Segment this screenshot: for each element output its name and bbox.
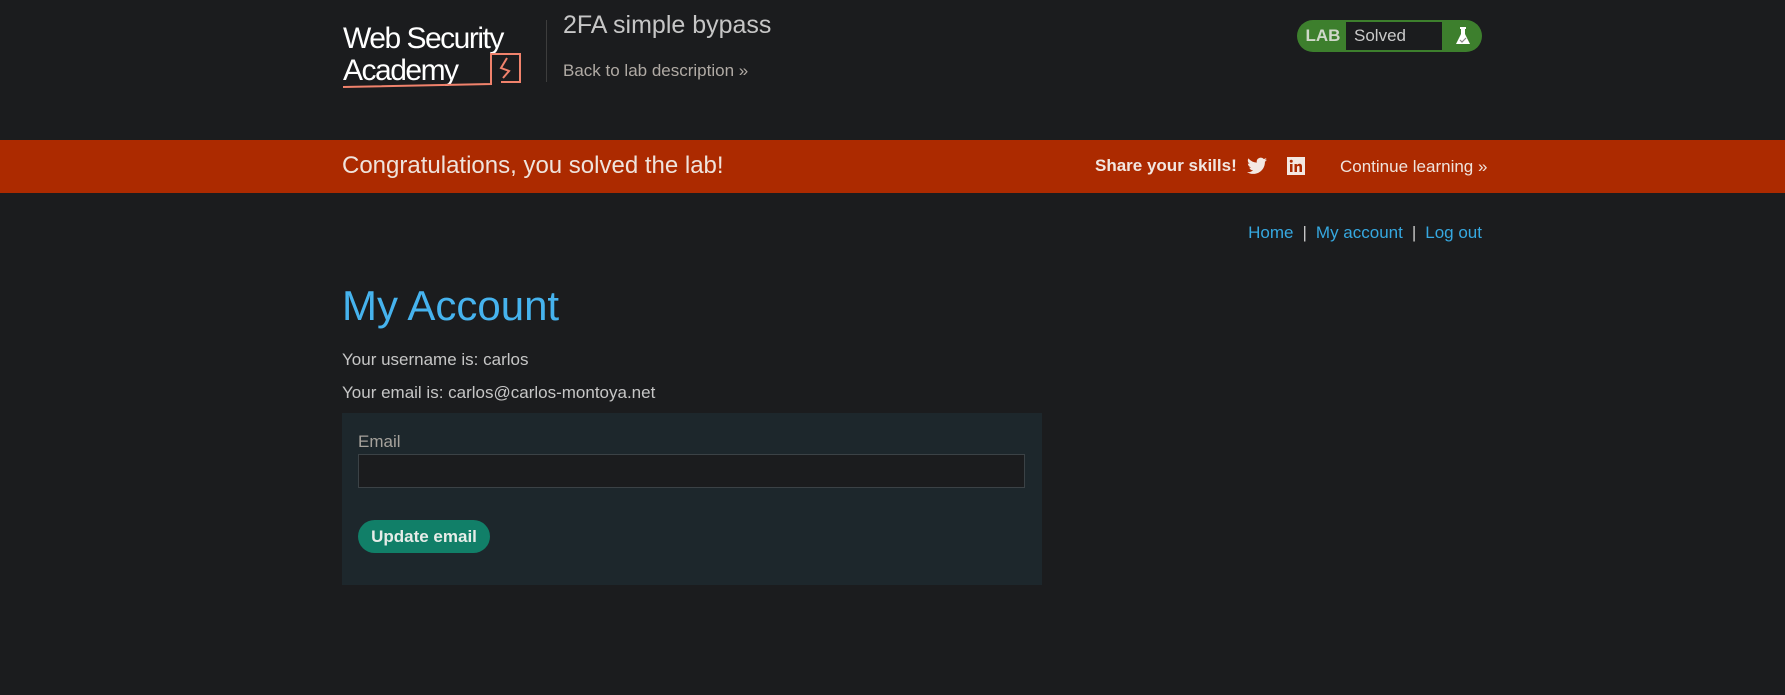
header-divider [546,20,547,82]
nav-separator: | [1302,223,1307,242]
linkedin-icon[interactable] [1287,157,1305,180]
home-link[interactable]: Home [1248,223,1293,242]
email-text: Your email is: carlos@carlos-montoya.net [342,383,656,402]
lab-status-badge: LAB Solved [1297,20,1482,52]
share-skills-label: Share your skills! [1095,156,1237,175]
double-chevron-right-icon: » [738,61,749,80]
top-navigation: Home | My account | Log out [1248,223,1482,243]
email-input[interactable] [358,454,1025,488]
log-out-link[interactable]: Log out [1425,223,1482,242]
continue-learning-link[interactable]: Continue learning » [1340,157,1487,177]
page-title: My Account [342,282,560,329]
my-account-link[interactable]: My account [1316,223,1403,242]
back-to-lab-description-link[interactable]: Back to lab description » [563,61,748,81]
svg-text:Web Security: Web Security [343,22,504,55]
lab-title: 2FA simple bypass [563,11,772,39]
nav-separator: | [1411,223,1417,242]
update-email-form: Email Update email [342,413,1042,585]
update-email-button[interactable]: Update email [358,520,490,553]
web-security-academy-logo[interactable]: Web Security Academy [343,18,528,90]
congratulations-message: Congratulations, you solved the lab! [342,152,724,179]
username-text: Your username is: carlos [342,350,529,369]
lab-status-text: Solved [1345,21,1443,51]
back-link-label: Back to lab description [563,61,735,80]
double-chevron-right-icon: » [1478,157,1488,176]
flask-icon [1443,26,1482,46]
twitter-icon[interactable] [1247,157,1267,180]
continue-learning-label: Continue learning [1340,157,1474,176]
svg-text:Academy: Academy [343,54,459,87]
solved-banner [0,140,1785,193]
lab-badge-label: LAB [1305,26,1341,45]
email-label: Email [358,432,401,451]
